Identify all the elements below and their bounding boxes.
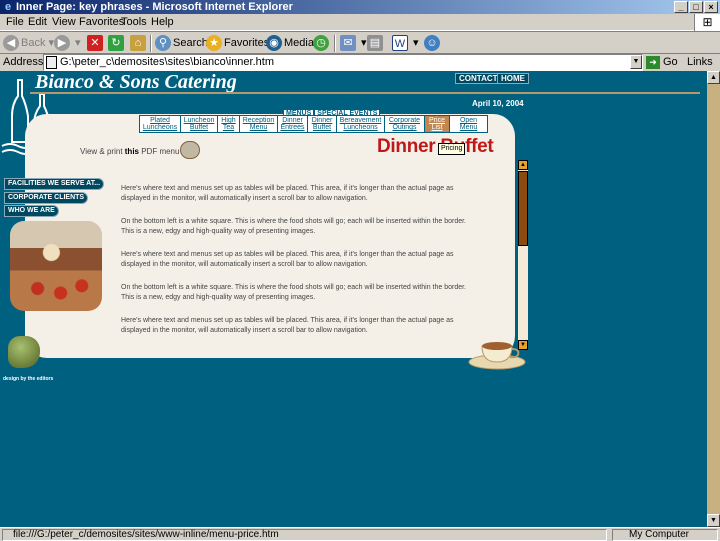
menu-tools[interactable]: Tools bbox=[121, 16, 147, 28]
content-paragraph: Here's where text and menus set up as ta… bbox=[121, 251, 454, 268]
window-scroll-down-button[interactable]: ▼ bbox=[707, 514, 720, 527]
design-credit: design by the editors bbox=[3, 376, 54, 382]
page-date: April 10, 2004 bbox=[472, 99, 524, 108]
category-price-list[interactable]: Price List bbox=[425, 116, 450, 132]
ie-logo-icon: e bbox=[4, 1, 12, 13]
home-button[interactable]: ⌂ bbox=[130, 35, 148, 52]
status-bar: file:///G:/peter_c/demosites/sites/www-i… bbox=[0, 527, 720, 541]
pepper-image bbox=[8, 336, 40, 368]
history-icon: ◷ bbox=[313, 35, 329, 52]
home-icon: ⌂ bbox=[130, 35, 146, 52]
scroll-up-button[interactable]: ▲ bbox=[518, 160, 528, 170]
menu-bar: File Edit View Favorites Tools Help ⊞ bbox=[0, 14, 720, 31]
scroll-thumb[interactable] bbox=[518, 171, 528, 246]
windows-logo-icon: ⊞ bbox=[694, 14, 720, 31]
go-arrow-icon: ➜ bbox=[646, 56, 660, 69]
address-value: G:\peter_c\demosites\sites\bianco\inner.… bbox=[60, 56, 274, 68]
stop-button[interactable]: ✕ bbox=[87, 35, 105, 52]
menu-favorites[interactable]: Favorites bbox=[79, 16, 124, 28]
browser-viewport: Bianco & Sons Catering CONTACT HOME Apri… bbox=[0, 71, 707, 527]
contact-link[interactable]: CONTACT bbox=[455, 73, 502, 84]
category-bereavement-luncheons[interactable]: Bereavement Luncheons bbox=[337, 116, 385, 132]
stop-icon: ✕ bbox=[87, 35, 103, 52]
back-arrow-icon: ◀ bbox=[3, 35, 19, 52]
mail-icon: ✉ bbox=[340, 35, 356, 52]
sidenav-who-we-are[interactable]: WHO WE ARE bbox=[4, 205, 59, 217]
minimize-button[interactable]: _ bbox=[674, 1, 688, 13]
address-dropdown-button[interactable]: ▼ bbox=[630, 55, 642, 69]
media-icon: ◉ bbox=[266, 35, 282, 52]
home-link[interactable]: HOME bbox=[497, 73, 529, 84]
address-input[interactable]: G:\peter_c\demosites\sites\bianco\inner.… bbox=[43, 54, 643, 71]
links-button[interactable]: Links bbox=[687, 56, 713, 68]
refresh-button[interactable]: ↻ bbox=[108, 35, 126, 52]
history-button[interactable]: ◷ bbox=[313, 35, 331, 52]
content-paragraph: On the bottom left is a white square. Th… bbox=[121, 284, 466, 301]
content-paragraph: Here's where text and menus set up as ta… bbox=[121, 185, 454, 202]
menu-help[interactable]: Help bbox=[151, 16, 174, 28]
printer-icon: ▤ bbox=[367, 35, 383, 52]
title-bar: e Inner Page: key phrases - Microsoft In… bbox=[0, 0, 720, 14]
category-corporate-outings[interactable]: Corporate Outings bbox=[385, 116, 425, 132]
header-divider bbox=[30, 92, 700, 94]
category-plated-luncheons[interactable]: Plated Luncheons bbox=[140, 116, 181, 132]
content-scrollbar[interactable]: ▲ ▼ bbox=[518, 160, 528, 350]
media-button[interactable]: ◉ Media bbox=[266, 35, 314, 52]
toolbar: ◀ Back ▾ ▶ ▾ ✕ ↻ ⌂ ⚲ Search ★ Favorites ◉ Me… bbox=[0, 31, 720, 54]
menu-tabs: MENUS SPECIAL EVENTS bbox=[283, 106, 381, 118]
go-button[interactable]: ➜ Go bbox=[646, 56, 678, 69]
window-scroll-up-button[interactable]: ▲ bbox=[707, 71, 720, 84]
category-nav: Plated Luncheons Luncheon Buffet High Tea R… bbox=[139, 115, 488, 133]
print-button[interactable]: ▤ bbox=[367, 35, 385, 52]
category-dinner-buffet[interactable]: Dinner Buffet bbox=[308, 116, 337, 132]
security-zone: My Computer bbox=[612, 529, 718, 541]
page-icon bbox=[46, 56, 57, 69]
sidenav-facilities[interactable]: FACILITIES WE SERVE AT... bbox=[4, 178, 105, 190]
menu-view[interactable]: View bbox=[52, 16, 76, 28]
messenger-icon: ☺ bbox=[424, 35, 440, 52]
menu-edit[interactable]: Edit bbox=[28, 16, 47, 28]
sidenav-corporate-clients[interactable]: CORPORATE CLIENTS bbox=[4, 192, 89, 204]
menu-content: Here's where text and menus set up as ta… bbox=[121, 184, 469, 344]
pdf-menu-link[interactable]: View & print this PDF menu bbox=[80, 147, 179, 156]
window-title: Inner Page: key phrases - Microsoft Inte… bbox=[16, 1, 293, 13]
mail-button[interactable]: ✉ ▾ bbox=[340, 35, 367, 52]
category-luncheon-buffet[interactable]: Luncheon Buffet bbox=[181, 116, 218, 132]
close-button[interactable]: × bbox=[704, 1, 718, 13]
word-icon: W bbox=[392, 35, 408, 52]
content-paragraph: On the bottom left is a white square. Th… bbox=[121, 218, 466, 235]
star-icon: ★ bbox=[206, 35, 222, 52]
address-label: Address bbox=[3, 56, 44, 68]
status-text: file:///G:/peter_c/demosites/sites/www-i… bbox=[2, 529, 607, 541]
forward-arrow-icon: ▶ bbox=[54, 35, 70, 52]
pricing-tooltip: Pricing bbox=[438, 143, 466, 155]
favorites-button[interactable]: ★ Favorites bbox=[206, 35, 269, 52]
maximize-button[interactable]: □ bbox=[689, 1, 703, 13]
content-paragraph: Here's where text and menus set up as ta… bbox=[121, 317, 454, 334]
teacup-image bbox=[468, 342, 526, 370]
site-title: Bianco & Sons Catering bbox=[35, 71, 237, 93]
back-button[interactable]: ◀ Back ▾ bbox=[3, 35, 54, 52]
chef-food-photo bbox=[10, 221, 102, 311]
category-reception-menu[interactable]: Reception Menu bbox=[240, 116, 278, 132]
category-high-tea[interactable]: High Tea bbox=[218, 116, 240, 132]
edit-button[interactable]: W ▾ bbox=[392, 35, 419, 52]
search-icon: ⚲ bbox=[155, 35, 171, 52]
menu-file[interactable]: File bbox=[6, 16, 24, 28]
address-bar: Address G:\peter_c\demosites\sites\bianc… bbox=[0, 54, 720, 71]
category-dinner-entrees[interactable]: Dinner Entrees bbox=[278, 116, 308, 132]
page-headline: Dinner Buffet bbox=[377, 136, 494, 157]
search-button[interactable]: ⚲ Search bbox=[155, 35, 208, 52]
category-open-menu[interactable]: Open Menu bbox=[450, 116, 487, 132]
pdf-icon[interactable] bbox=[180, 141, 200, 159]
window-scrollbar[interactable]: ▲ ▼ bbox=[707, 71, 720, 527]
forward-button[interactable]: ▶ ▾ bbox=[54, 35, 81, 52]
refresh-icon: ↻ bbox=[108, 35, 124, 52]
messenger-button[interactable]: ☺ bbox=[424, 35, 442, 52]
